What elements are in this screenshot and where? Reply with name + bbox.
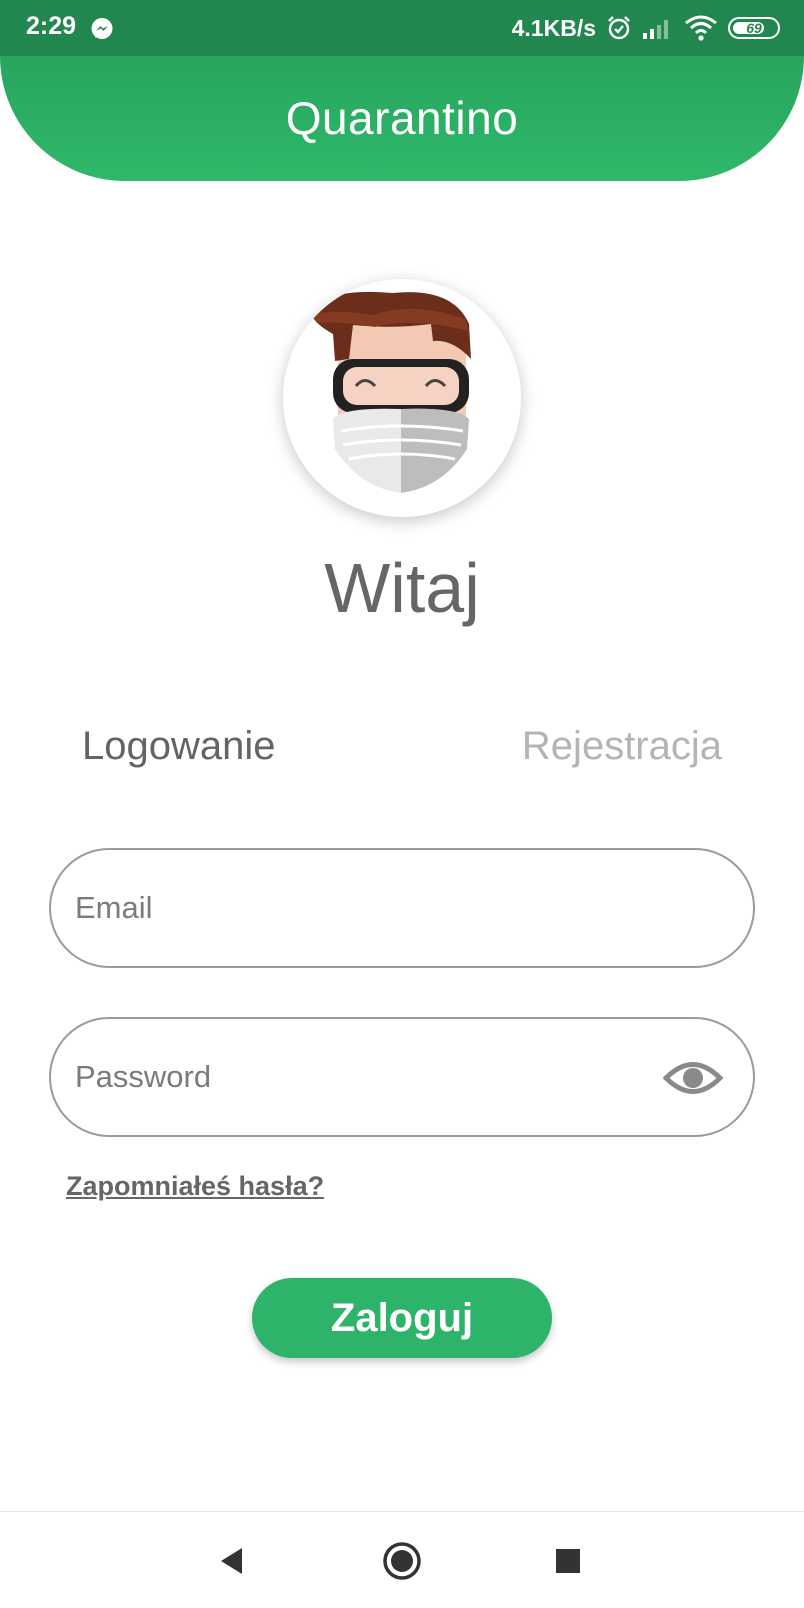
password-input[interactable] bbox=[75, 1019, 675, 1135]
home-icon[interactable] bbox=[378, 1537, 426, 1585]
email-input[interactable] bbox=[75, 850, 675, 966]
avatar bbox=[283, 279, 521, 517]
messenger-icon bbox=[91, 18, 113, 39]
password-field[interactable] bbox=[49, 1017, 755, 1137]
status-bar: 2:29 4.1KB/s 69 bbox=[0, 0, 804, 56]
battery-level: 69 bbox=[746, 20, 762, 36]
eye-icon[interactable] bbox=[663, 1057, 723, 1099]
battery-icon: 69 bbox=[728, 17, 780, 39]
navigation-bar bbox=[0, 1511, 804, 1608]
app-header: Quarantino bbox=[0, 56, 804, 181]
back-icon[interactable] bbox=[208, 1537, 256, 1585]
network-speed: 4.1KB/s bbox=[511, 14, 596, 41]
tab-login[interactable]: Logowanie bbox=[82, 724, 276, 769]
tab-register[interactable]: Rejestracja bbox=[522, 724, 722, 769]
greeting-heading: Witaj bbox=[324, 549, 480, 627]
login-button[interactable]: Zaloguj bbox=[252, 1278, 552, 1358]
masked-man-illustration bbox=[311, 291, 471, 493]
status-icons: 4.1KB/s 69 bbox=[512, 12, 780, 44]
app-title: Quarantino bbox=[285, 92, 519, 144]
signal-icon bbox=[643, 20, 668, 39]
email-field[interactable] bbox=[49, 848, 755, 968]
forgot-password-link[interactable]: Zapomniałeś hasła? bbox=[66, 1171, 324, 1202]
recents-icon[interactable] bbox=[544, 1537, 592, 1585]
status-time: 2:29 bbox=[26, 12, 77, 40]
wifi-icon bbox=[685, 15, 717, 41]
alarm-icon bbox=[608, 16, 630, 40]
